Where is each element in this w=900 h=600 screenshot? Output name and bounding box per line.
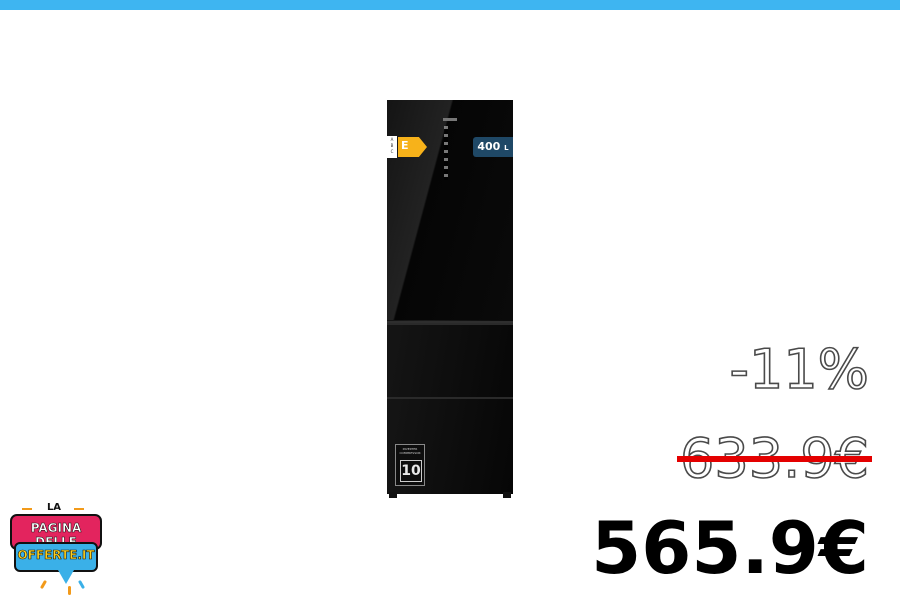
product-image-fridge: A B C E 400 L INVERTER COMPRESSOR 10 (387, 100, 513, 498)
logo-bubble-tail (58, 570, 74, 584)
capacity-unit: L (504, 144, 509, 152)
old-price-strikethrough (677, 456, 872, 462)
site-logo[interactable]: LA PAGINA DELLE OFFERTE.IT (8, 502, 102, 596)
inverter-text: INVERTER COMPRESSOR (399, 447, 421, 455)
logo-spark (68, 586, 71, 595)
fridge-foot (503, 492, 511, 498)
energy-class-label: A B C E (387, 136, 427, 158)
fridge-control-display (444, 126, 448, 180)
energy-class-arrow: E (398, 137, 427, 157)
inverter-years: 10 (400, 460, 422, 482)
energy-scale-classes: A B C (390, 137, 394, 154)
logo-spark (77, 579, 86, 590)
capacity-badge: 400 L (473, 137, 513, 157)
inverter-warranty-badge: INVERTER COMPRESSOR 10 (395, 444, 425, 486)
logo-bubble-bottom: OFFERTE.IT (14, 542, 98, 572)
logo-la-box: LA (40, 502, 68, 514)
fridge-foot (389, 492, 397, 498)
logo-line-2: OFFERTE.IT (17, 548, 95, 563)
logo-spark (39, 579, 48, 590)
fridge-brand-mark (443, 118, 457, 121)
capacity-value: 400 (477, 140, 501, 153)
top-accent-bar (0, 0, 900, 10)
energy-scale: A B C (387, 136, 397, 158)
fridge-drawer-middle (387, 323, 513, 397)
logo-accent-line (74, 508, 84, 510)
fridge-top-door (387, 100, 513, 320)
energy-class-letter: E (401, 139, 409, 152)
logo-accent-line (22, 508, 32, 510)
new-price: 565.9€ (591, 506, 869, 590)
logo-top-text: LA (46, 502, 62, 513)
discount-percentage: -11% (729, 337, 870, 402)
old-price-block: 633.9€ (677, 424, 872, 494)
